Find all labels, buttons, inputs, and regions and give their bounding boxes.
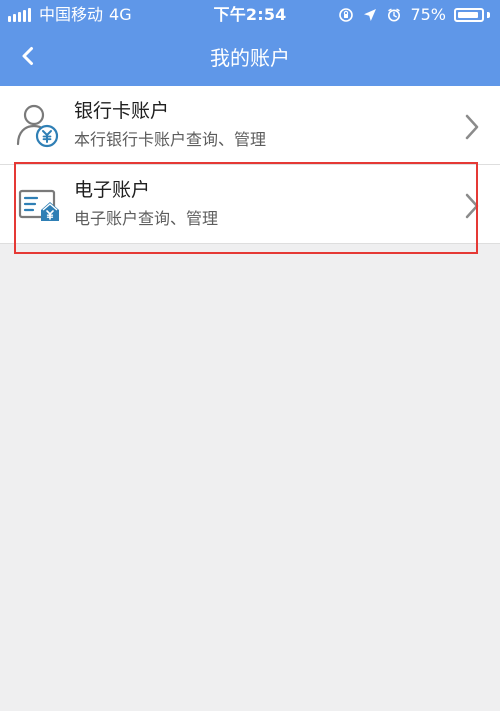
battery-icon xyxy=(454,8,490,22)
top-bar: 中国移动 4G 下午2:54 75% 我的账户 xyxy=(0,0,500,86)
bank-card-account-item[interactable]: 银行卡账户 本行银行卡账户查询、管理 xyxy=(0,86,500,165)
user-yuan-icon xyxy=(12,98,66,152)
ecard-home-icon xyxy=(12,177,66,231)
chevron-right-icon xyxy=(462,191,482,221)
electronic-account-title: 电子账户 xyxy=(74,179,151,201)
status-bar: 中国移动 4G 下午2:54 75% xyxy=(0,0,500,30)
electronic-account-item[interactable]: 电子账户 电子账户查询、管理 xyxy=(0,165,500,244)
location-icon xyxy=(362,7,378,23)
bank-card-account-subtitle: 本行银行卡账户查询、管理 xyxy=(74,130,267,149)
navigation-bar: 我的账户 xyxy=(0,30,500,86)
rotation-lock-icon xyxy=(338,7,354,23)
chevron-right-icon xyxy=(462,112,482,142)
status-right: 75% xyxy=(338,0,490,30)
account-list: 银行卡账户 本行银行卡账户查询、管理 电子账户 电子账户查询、管理 xyxy=(0,86,500,244)
electronic-account-subtitle: 电子账户查询、管理 xyxy=(74,209,219,228)
alarm-icon xyxy=(386,7,402,23)
bank-card-account-title: 银行卡账户 xyxy=(74,100,170,122)
battery-percent: 75% xyxy=(410,5,446,24)
page-title: 我的账户 xyxy=(210,46,290,70)
